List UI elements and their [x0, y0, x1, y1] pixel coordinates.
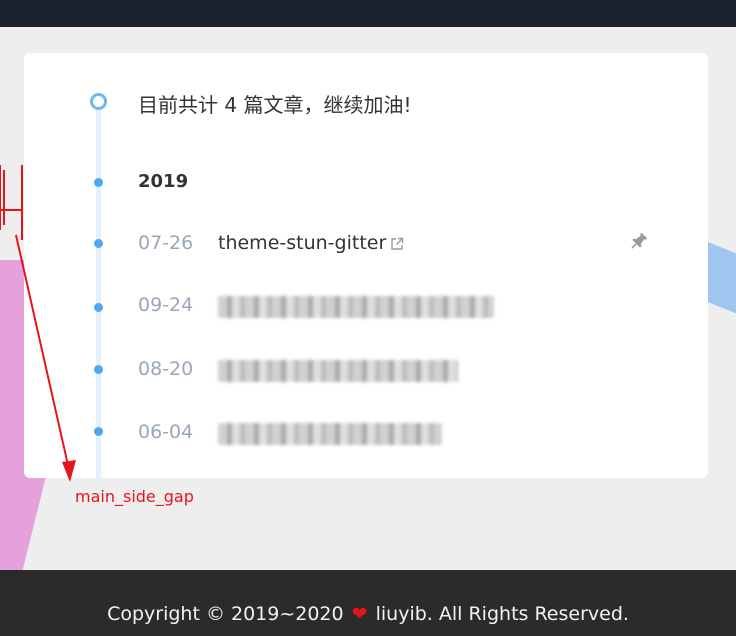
heart-icon: ❤	[351, 603, 368, 625]
copyright-prefix: Copyright © 2019~2020	[107, 603, 344, 625]
site-footer: Copyright © 2019~2020 ❤ liuyib. All Righ…	[0, 570, 736, 636]
footer-copyright: Copyright © 2019~2020 ❤ liuyib. All Righ…	[0, 603, 736, 625]
annotation-label: main_side_gap	[75, 487, 194, 506]
copyright-suffix: liuyib. All Rights Reserved.	[375, 603, 629, 625]
annotation-arrow-icon	[0, 165, 76, 482]
page: 目前共计 4 篇文章，继续加油! 2019 07-26 theme-stun-g…	[0, 0, 736, 636]
